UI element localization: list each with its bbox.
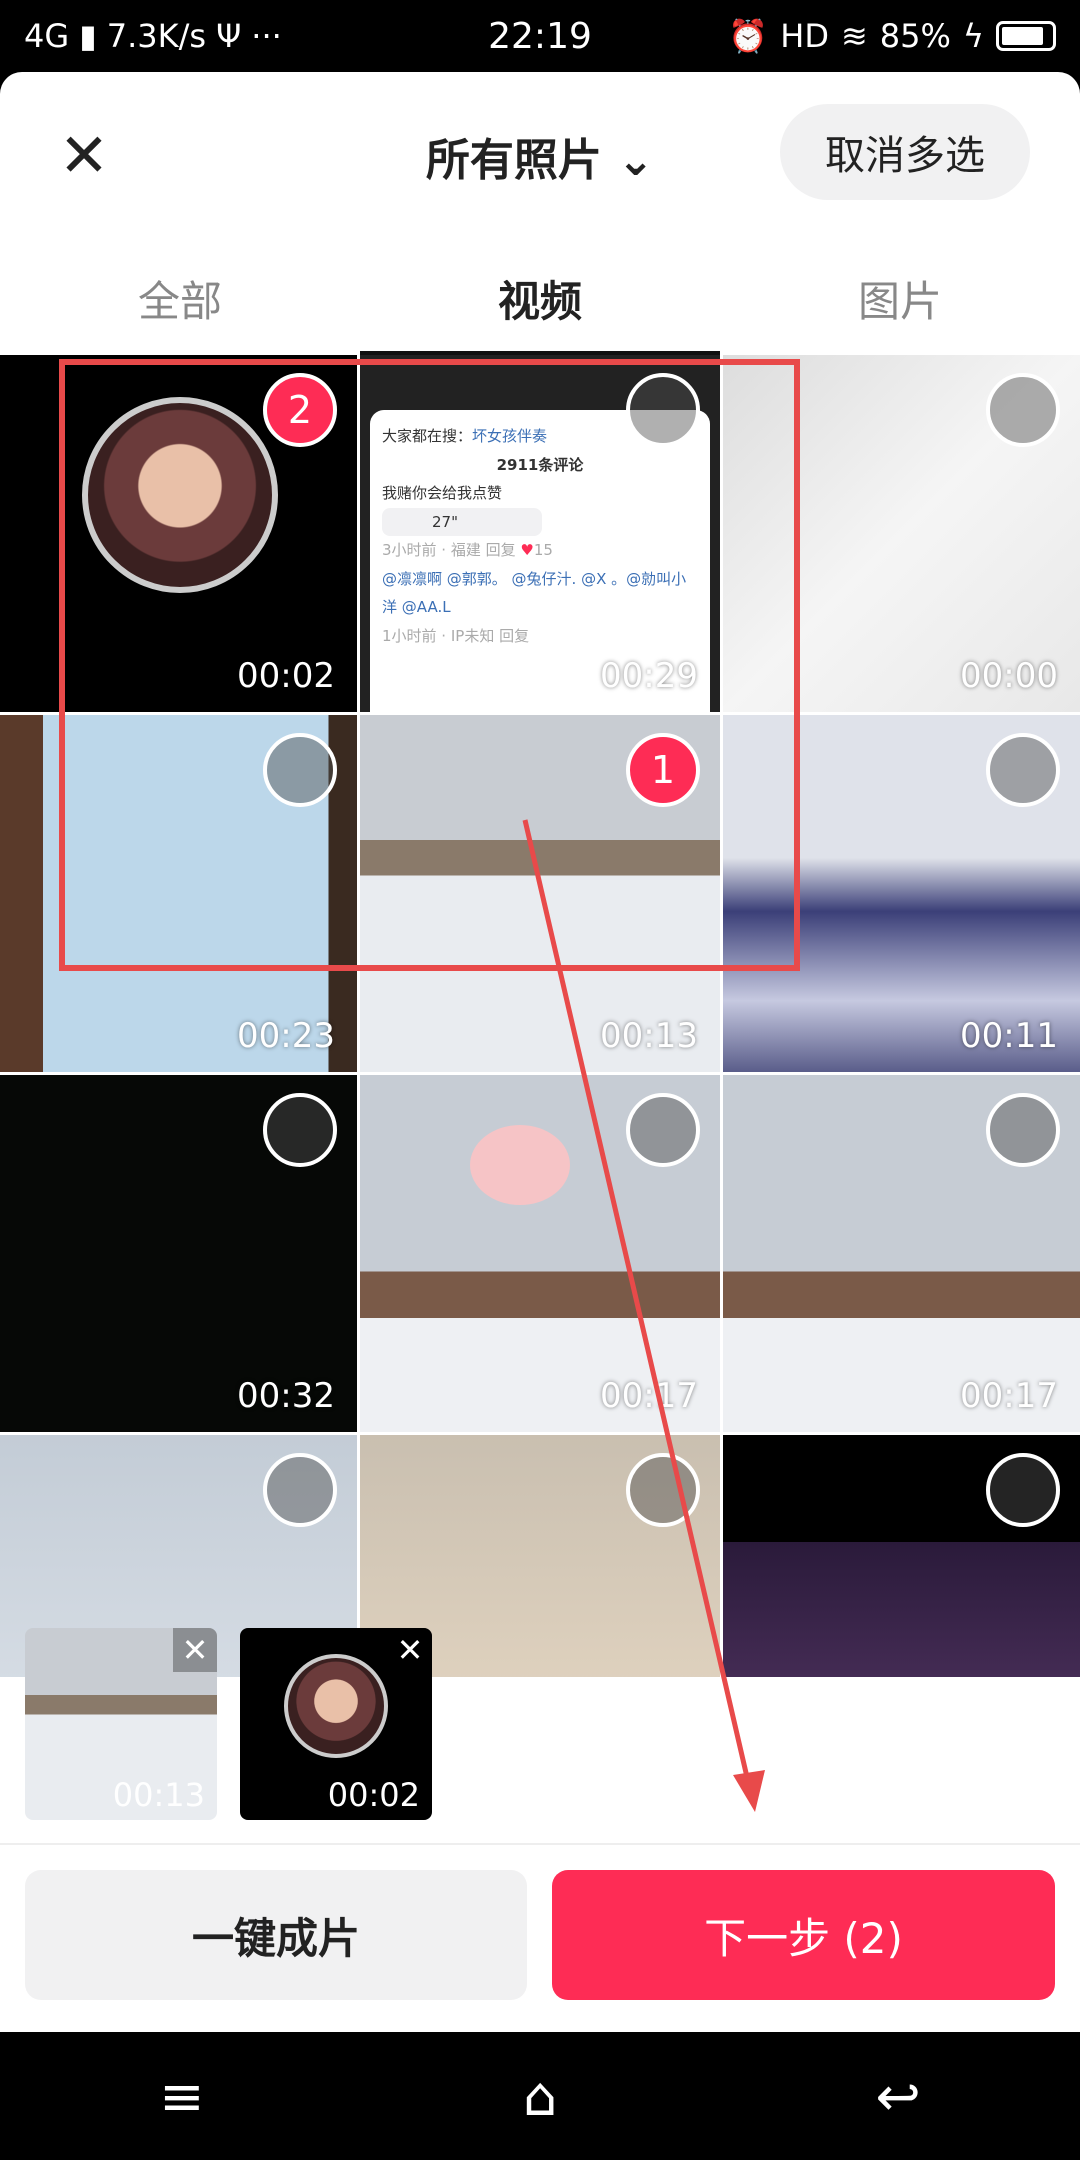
duration: 00:17: [960, 1376, 1058, 1416]
tab-photos[interactable]: 图片: [720, 252, 1080, 352]
selection-circle[interactable]: [986, 1093, 1060, 1167]
more-notifications: ···: [251, 17, 282, 55]
video-thumbnail[interactable]: 大家都在搜：坏女孩伴奏 2911条评论 我赌你会给我点赞 27" 3小时前 · …: [360, 355, 720, 712]
selection-circle[interactable]: [626, 1093, 700, 1167]
selection-circle[interactable]: [263, 1453, 337, 1527]
voice-duration: 27": [382, 507, 542, 536]
duration: 00:23: [237, 1016, 335, 1056]
duration: 00:02: [237, 656, 335, 696]
selected-thumbnail[interactable]: ✕ 00:02: [240, 1628, 432, 1820]
selected-items-strip: ✕ 00:13 ✕ 00:02: [0, 1605, 1080, 1843]
duration: 00:02: [327, 1776, 420, 1814]
duration: 00:13: [112, 1776, 205, 1814]
selection-circle[interactable]: [986, 733, 1060, 807]
selection-circle[interactable]: [263, 1093, 337, 1167]
duration: 00:11: [960, 1016, 1058, 1056]
pig-sticker-icon: [470, 1125, 570, 1205]
selection-circle[interactable]: [986, 1453, 1060, 1527]
chevron-down-icon: ⌄: [617, 135, 655, 186]
status-bar: 4G ▮ 7.3K/s Ψ ··· 22:19 ⏰ HD ≋ 85% ϟ: [0, 0, 1080, 72]
remove-icon[interactable]: ✕: [173, 1628, 217, 1672]
selection-circle[interactable]: [986, 373, 1060, 447]
trending-label: 大家都在搜：: [382, 427, 473, 445]
battery-percent: 85%: [879, 17, 951, 55]
one-click-create-button[interactable]: 一键成片: [25, 1870, 527, 2000]
tab-bar: 全部 视频 图片: [0, 252, 1080, 356]
charging-icon: ϟ: [962, 17, 984, 55]
selection-circle[interactable]: [626, 1453, 700, 1527]
duration: 00:32: [237, 1376, 335, 1416]
duration: 00:00: [960, 656, 1058, 696]
network-indicator: 4G: [24, 17, 70, 55]
album-title: 所有照片: [425, 135, 602, 186]
battery-icon: [996, 21, 1056, 51]
comment-text: 我赌你会给我点赞: [382, 484, 503, 502]
comment-meta: 3小时前 · 福建 回复: [382, 541, 516, 559]
menu-icon[interactable]: ≡: [159, 2065, 204, 2128]
divider: [0, 1843, 1080, 1845]
media-grid: 2 00:02 大家都在搜：坏女孩伴奏 2911条评论 我赌你会给我点赞 27"…: [0, 355, 1080, 1677]
video-thumbnail[interactable]: 00:00: [723, 355, 1080, 712]
duration: 00:13: [600, 1016, 698, 1056]
selection-circle[interactable]: [626, 373, 700, 447]
duration: 00:29: [600, 656, 698, 696]
hd-indicator: HD: [780, 17, 829, 55]
signal-icon: ▮: [79, 17, 97, 55]
reply-meta: 1小时前 · IP未知 回复: [382, 626, 530, 645]
video-thumbnail[interactable]: 1 00:13: [360, 715, 720, 1072]
like-count: 15: [533, 541, 553, 559]
cancel-multi-select-button[interactable]: 取消多选: [780, 104, 1030, 200]
network-speed: 7.3K/s: [106, 17, 207, 55]
usb-icon: Ψ: [216, 17, 242, 55]
avatar-image: [284, 1654, 388, 1758]
comment-count: 2911条评论: [496, 455, 584, 474]
selection-badge[interactable]: 2: [263, 373, 337, 447]
wifi-icon: ≋: [840, 17, 868, 55]
video-thumbnail[interactable]: 00:11: [723, 715, 1080, 1072]
tab-all[interactable]: 全部: [0, 252, 360, 352]
reply-text: @凛凛啊 @郭郭。 @兔仔汁. @X 。@勍叫小洋 @AA.L: [382, 569, 687, 617]
media-picker-sheet: ✕ 所有照片 ⌄ 取消多选 全部 视频 图片 2 00:02 大家都在搜：坏女孩…: [0, 72, 1080, 2032]
system-nav-bar: ≡ ⌂ ↩: [0, 2032, 1080, 2160]
video-thumbnail[interactable]: 00:17: [360, 1075, 720, 1432]
home-icon[interactable]: ⌂: [523, 2065, 557, 2128]
video-thumbnail[interactable]: 00:23: [0, 715, 357, 1072]
selected-thumbnail[interactable]: ✕ 00:13: [25, 1628, 217, 1820]
video-thumbnail[interactable]: 2 00:02: [0, 355, 357, 712]
next-step-button[interactable]: 下一步 (2): [552, 1870, 1055, 2000]
video-thumbnail[interactable]: 00:32: [0, 1075, 357, 1432]
tab-videos[interactable]: 视频: [360, 252, 720, 356]
avatar-image: [82, 397, 278, 593]
selection-circle[interactable]: [263, 733, 337, 807]
video-thumbnail[interactable]: 00:17: [723, 1075, 1080, 1432]
remove-icon[interactable]: ✕: [388, 1628, 432, 1672]
selection-badge[interactable]: 1: [626, 733, 700, 807]
back-icon[interactable]: ↩: [876, 2065, 921, 2128]
alarm-icon: ⏰: [728, 17, 769, 55]
trending-term: 坏女孩伴奏: [472, 427, 548, 445]
duration: 00:17: [600, 1376, 698, 1416]
